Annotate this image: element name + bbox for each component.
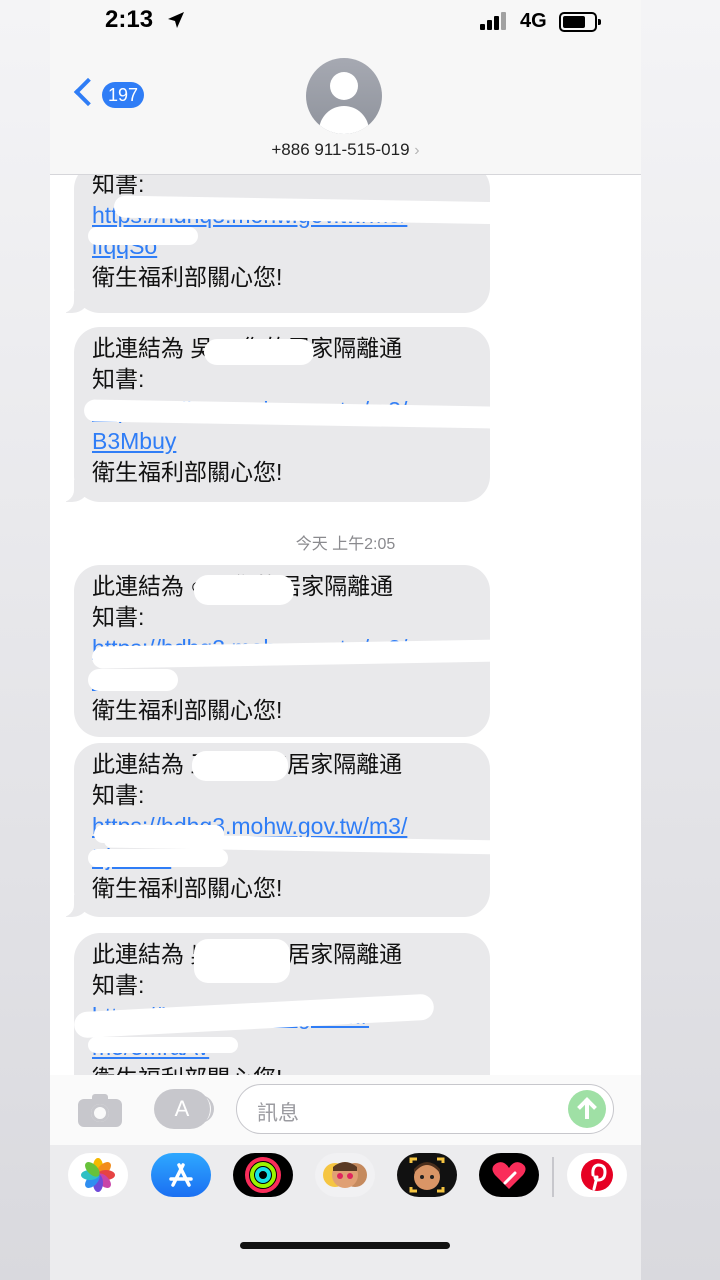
background-left — [0, 0, 50, 1280]
status-bar: 2:13 4G — [50, 0, 641, 50]
message-text: 此連結為 吳○○您的居家隔離通 — [92, 941, 403, 967]
message-bubble[interactable]: 此連結為 吳○○您的居家隔離通 知書: https://hdhq3.mohw.g… — [56, 327, 501, 502]
location-arrow-icon — [168, 12, 184, 28]
redaction-mark — [88, 1037, 238, 1053]
app-store-icon[interactable] — [151, 1153, 211, 1197]
message-bubble[interactable]: 知書: https://hdhq3.mohw.gov.tw/m3/ lfqqSo… — [56, 175, 515, 313]
send-button[interactable] — [568, 1090, 606, 1128]
redaction-mark — [88, 849, 228, 867]
back-button[interactable]: 197 — [72, 77, 144, 112]
contact-avatar[interactable] — [306, 58, 382, 134]
status-time: 2:13 — [105, 6, 154, 33]
background-right — [641, 0, 720, 1280]
message-text: 知書: — [92, 604, 145, 630]
message-text: 衛生福利部關心您! — [92, 264, 283, 290]
chevron-right-icon: › — [414, 142, 420, 159]
message-link[interactable]: B3Mbuy — [92, 426, 490, 457]
message-text: 衛生福利部關心您! — [92, 875, 283, 901]
message-text: 此連結為 王○○您的居家隔離通 — [92, 751, 403, 777]
contact-name: +886 911-515-019 — [271, 140, 410, 159]
message-thread[interactable]: 知書: https://hdhq3.mohw.gov.tw/m3/ lfqqSo… — [50, 175, 641, 1075]
photos-icon[interactable] — [68, 1153, 128, 1197]
battery-icon — [559, 12, 601, 32]
conversation-header: 197 +886 911-515-019 › — [50, 50, 641, 175]
message-text: 知書: — [92, 782, 145, 808]
app-store-toggle-button[interactable]: A — [154, 1089, 214, 1129]
redaction-mark — [88, 227, 198, 245]
redaction-mark — [88, 669, 178, 691]
redaction-mark — [194, 939, 290, 983]
camera-icon[interactable] — [78, 1093, 122, 1127]
memoji-icon[interactable] — [315, 1153, 375, 1197]
redaction-mark — [194, 575, 294, 605]
message-input[interactable]: 訊息 — [236, 1084, 614, 1134]
app-store-glyph: A — [174, 1096, 190, 1121]
message-bubble[interactable]: 此連結為 ○○○您的居家隔離通 知書: https://hdhq3.mohw.g… — [74, 565, 513, 737]
unread-count-badge: 197 — [102, 82, 144, 108]
cellular-signal-icon — [480, 12, 510, 30]
message-text: 衛生福利部關心您! — [92, 459, 283, 485]
redaction-mark — [192, 751, 288, 781]
message-text: 衛生福利部關心您! — [92, 1063, 490, 1075]
chevron-left-icon — [73, 77, 103, 107]
message-input-placeholder: 訊息 — [257, 1102, 299, 1125]
pinterest-icon[interactable] — [567, 1153, 627, 1197]
digital-touch-icon[interactable] — [479, 1153, 539, 1197]
message-timestamp: 今天 上午2:05 — [295, 536, 396, 553]
fitness-icon[interactable] — [233, 1153, 293, 1197]
person-icon — [330, 72, 358, 100]
memoji-stickers-icon[interactable] — [397, 1153, 457, 1197]
imessage-app-drawer — [50, 1145, 641, 1280]
drawer-divider — [552, 1157, 554, 1197]
message-text: 衛生福利部關心您! — [92, 697, 283, 723]
redaction-mark — [204, 339, 314, 365]
message-text: 知書: — [92, 366, 145, 392]
message-text: 知書: — [92, 972, 145, 998]
contact-name-button[interactable]: +886 911-515-019 › — [50, 140, 641, 160]
home-indicator[interactable] — [240, 1242, 450, 1249]
message-bubble[interactable]: 此連結為 吳○○您的居家隔離通 知書: https://hdhq3.mohw.g… — [73, 933, 490, 1075]
messages-screen: 2:13 4G 197 +886 911-515-019 › 知書: https… — [50, 0, 641, 1280]
message-bubble[interactable]: 此連結為 王○○您的居家隔離通 知書: https://hdhq3.mohw.g… — [56, 743, 505, 917]
message-composer: A 訊息 — [50, 1075, 641, 1145]
network-type: 4G — [520, 10, 547, 32]
